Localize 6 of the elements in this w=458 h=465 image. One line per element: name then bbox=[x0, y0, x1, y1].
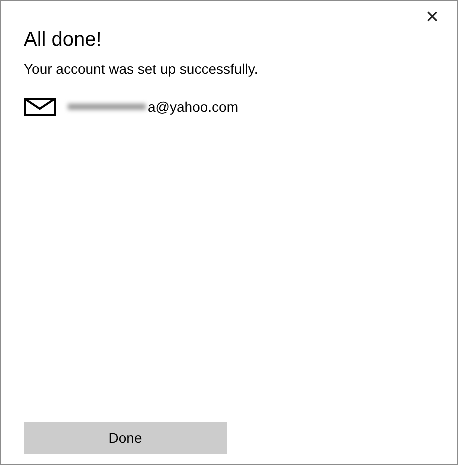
close-button[interactable]: × bbox=[422, 5, 443, 29]
account-email: a@yahoo.com bbox=[148, 99, 238, 115]
done-button[interactable]: Done bbox=[24, 422, 227, 454]
dialog-title: All done! bbox=[24, 28, 103, 53]
mail-icon bbox=[24, 98, 56, 116]
success-message: Your account was set up successfully. bbox=[24, 61, 260, 77]
